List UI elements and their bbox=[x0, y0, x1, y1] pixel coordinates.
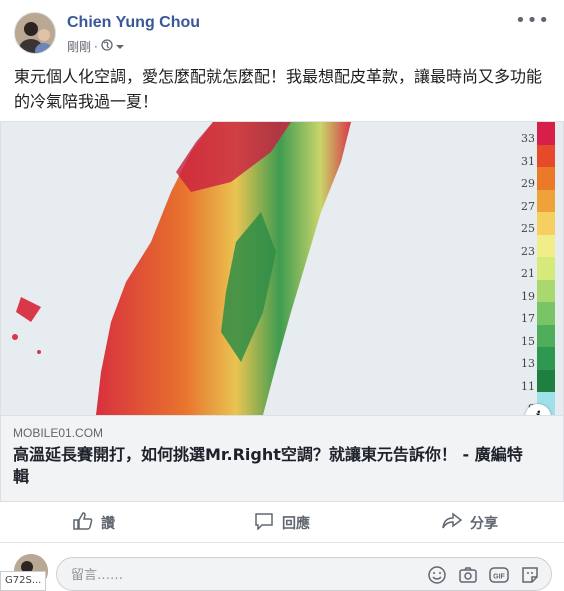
comment-button[interactable]: 回應 bbox=[188, 503, 376, 542]
globe-icon[interactable] bbox=[101, 39, 113, 54]
post-meta: 剛剛 · bbox=[67, 38, 124, 55]
thumbs-up-icon bbox=[73, 511, 93, 534]
like-button[interactable]: 讚 bbox=[0, 503, 188, 542]
post-timestamp[interactable]: 剛剛 bbox=[67, 38, 91, 55]
legend-swatch bbox=[537, 347, 555, 370]
legend-swatch bbox=[537, 302, 555, 325]
overlay-tag: G72S... bbox=[0, 571, 47, 591]
legend-label: 23 bbox=[521, 244, 535, 258]
legend-swatch bbox=[537, 212, 555, 235]
like-label: 讚 bbox=[101, 515, 115, 532]
chevron-down-icon[interactable] bbox=[115, 40, 124, 54]
more-options-icon[interactable]: ••• bbox=[515, 10, 550, 31]
legend-label: 31 bbox=[521, 154, 535, 168]
share-icon bbox=[442, 512, 463, 534]
legend-swatch bbox=[537, 189, 555, 212]
legend-swatch bbox=[537, 122, 555, 145]
legend-swatch bbox=[537, 279, 555, 302]
legend-label: 19 bbox=[521, 289, 535, 303]
link-domain: MOBILE01.COM bbox=[13, 426, 104, 440]
temperature-legend: 3331292725232119171513119 bbox=[513, 122, 563, 415]
legend-swatch bbox=[537, 257, 555, 280]
temperature-map-image: 3331292725232119171513119 bbox=[1, 122, 563, 415]
comment-label: 回應 bbox=[282, 515, 310, 532]
comment-tools: GIF bbox=[427, 565, 541, 585]
comment-box[interactable]: GIF bbox=[56, 557, 552, 591]
svg-text:GIF: GIF bbox=[493, 574, 505, 581]
legend-label: 29 bbox=[521, 177, 535, 190]
link-info[interactable]: MOBILE01.COM 高溫延長賽開打，如何挑選Mr.Right空調？就讓東元… bbox=[1, 415, 563, 501]
legend-label: 17 bbox=[521, 312, 535, 325]
legend-label: 13 bbox=[521, 357, 535, 370]
camera-icon[interactable] bbox=[458, 565, 479, 585]
legend-label: 21 bbox=[521, 267, 535, 280]
link-preview[interactable]: 3331292725232119171513119 i MOBILE01.COM… bbox=[0, 121, 564, 502]
share-button[interactable]: 分享 bbox=[376, 503, 564, 542]
author-avatar[interactable] bbox=[14, 12, 56, 54]
share-label: 分享 bbox=[470, 515, 498, 532]
comment-icon bbox=[254, 512, 274, 534]
comment-input[interactable] bbox=[71, 565, 411, 585]
legend-label: 27 bbox=[521, 199, 535, 213]
gif-icon[interactable]: GIF bbox=[489, 565, 510, 585]
legend-label: 15 bbox=[521, 334, 535, 348]
author-name[interactable]: Chien Yung Chou bbox=[67, 14, 200, 32]
legend-swatch bbox=[537, 324, 555, 347]
emoji-icon[interactable] bbox=[427, 565, 448, 585]
link-title[interactable]: 高溫延長賽開打，如何挑選Mr.Right空調？就讓東元告訴你！ - 廣編特輯 bbox=[13, 444, 533, 488]
legend-swatch bbox=[537, 167, 555, 190]
legend-label: 25 bbox=[521, 222, 535, 235]
legend-swatch bbox=[537, 234, 555, 257]
legend-label: 11 bbox=[521, 379, 535, 393]
legend-label: 33 bbox=[521, 132, 535, 145]
legend-swatch bbox=[537, 369, 555, 392]
sticker-icon[interactable] bbox=[520, 565, 541, 585]
post-actions: 讚 回應 分享 bbox=[0, 503, 564, 543]
feed-post-card: Chien Yung Chou 剛剛 · ••• 東元個人化空調，愛怎麼配就怎麼… bbox=[0, 0, 564, 591]
legend-swatch bbox=[537, 144, 555, 167]
post-text: 東元個人化空調，愛怎麼配就怎麼配！我最想配皮革款，讓最時尚又多功能的冷氣陪我過一… bbox=[14, 67, 543, 111]
